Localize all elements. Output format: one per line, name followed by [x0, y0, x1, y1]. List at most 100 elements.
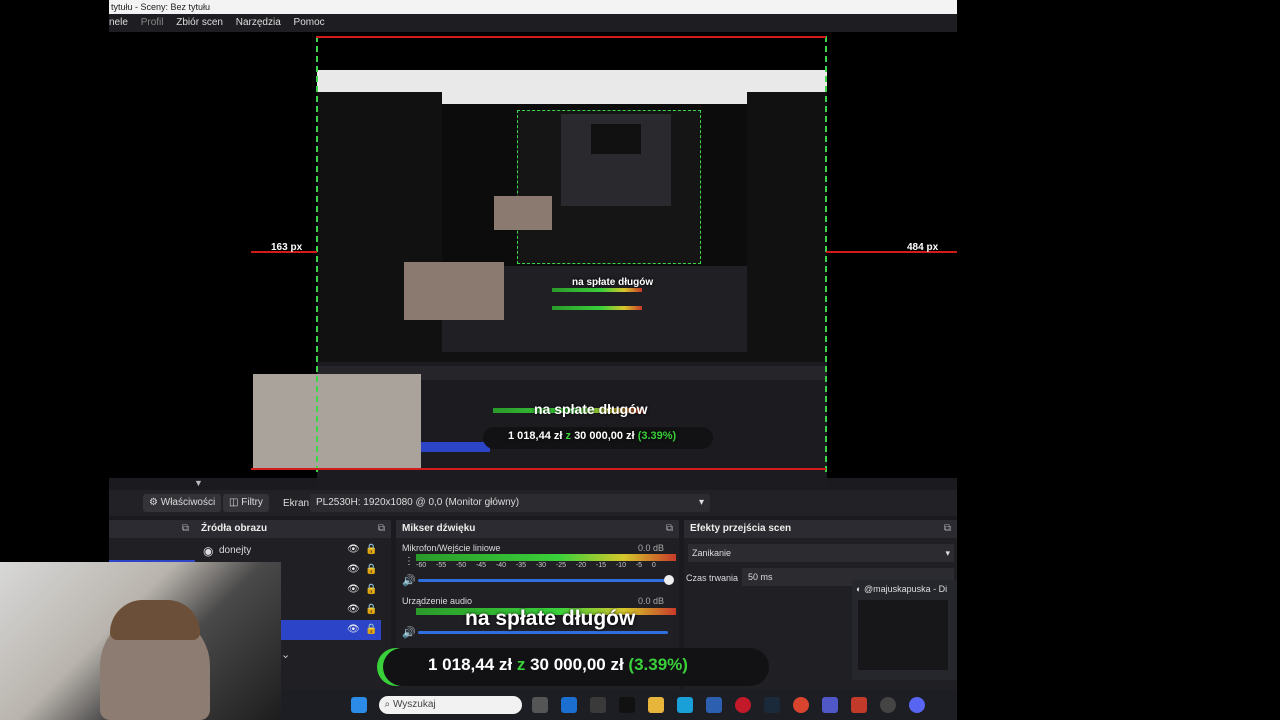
channel-name-mic: Mikrofon/Wejście liniowe — [402, 543, 501, 553]
hair — [110, 600, 200, 640]
menu-item-scene-collection[interactable]: Zbiór scen — [176, 17, 223, 28]
browser-icon: ◉ — [203, 544, 214, 558]
taskbar-search[interactable]: ⌕ Wyszukaj — [379, 696, 522, 714]
nested-meter — [552, 306, 642, 310]
nested-preview-level-4 — [561, 114, 671, 206]
discord-user: ◐ @majuskapuska - Di — [856, 584, 948, 594]
slider-knob[interactable] — [664, 575, 674, 585]
task-view-icon[interactable] — [532, 697, 548, 713]
channel-db-mic: 0.0 dB — [638, 543, 665, 553]
outlook-icon[interactable] — [561, 697, 577, 713]
nested-title-area — [442, 92, 747, 104]
folder-icon[interactable] — [648, 697, 664, 713]
teams-icon[interactable] — [822, 697, 838, 713]
lock-icon[interactable]: 🔒 — [365, 544, 377, 555]
goal-target: 30 000,00 zł — [530, 655, 624, 674]
tiktok-icon[interactable] — [619, 697, 635, 713]
mic-volume-slider[interactable] — [418, 579, 668, 582]
channel-db-desktop: 0.0 dB — [638, 596, 665, 606]
webcam-overlay — [0, 562, 281, 720]
channel-name-desktop: Urządzenie audio — [402, 596, 473, 606]
properties-button[interactable]: ⚙ Właściwości — [143, 494, 222, 512]
eye-icon[interactable]: 👁 — [347, 584, 360, 595]
eye-icon[interactable]: 👁 — [347, 544, 360, 555]
speaker-icon[interactable]: 🔊 — [402, 626, 416, 639]
source-item-selected[interactable]: 👁 🔒 — [281, 620, 381, 640]
edge-icon[interactable] — [677, 697, 693, 713]
menu-item-scenes[interactable]: nele — [109, 17, 128, 28]
nested-banner: na spłate długów — [534, 401, 648, 417]
mixer-title: Mikser dźwięku — [402, 523, 476, 534]
lock-icon[interactable]: 🔒 — [365, 604, 377, 615]
undock-icon[interactable]: ⧉ — [182, 520, 189, 538]
chrome-icon[interactable] — [793, 697, 809, 713]
lock-icon[interactable]: 🔒 — [365, 564, 377, 575]
window-title: tytułu - Sceny: Bez tytułu — [111, 2, 211, 12]
store-icon[interactable] — [590, 697, 606, 713]
nested-selected-row — [420, 442, 490, 452]
menu-item-tools[interactable]: Narzędzia — [236, 17, 281, 28]
nested-title-area — [317, 70, 827, 92]
nested-goal-text: 1 018,44 zł z 30 000,00 zł (3.39%) — [508, 430, 677, 442]
obs-icon[interactable] — [880, 697, 896, 713]
window-title-bar: tytułu - Sceny: Bez tytułu — [109, 0, 957, 14]
right-distance-label: 484 px — [907, 242, 939, 253]
discord-notification[interactable]: ◐ @majuskapuska - Di — [852, 580, 957, 680]
display-select[interactable]: PL2530H: 1920x1080 @ 0,0 (Monitor główny… — [310, 494, 710, 512]
nested-screen — [591, 124, 641, 154]
desktop-volume-slider[interactable] — [418, 631, 668, 634]
menu-item-profile[interactable]: Profil — [141, 17, 164, 28]
steam-icon[interactable] — [764, 697, 780, 713]
opera-icon[interactable] — [735, 697, 751, 713]
guide-left — [316, 36, 318, 472]
goal-amount: 1 018,44 zł — [428, 655, 513, 674]
discord-icon[interactable] — [909, 697, 925, 713]
lock-icon[interactable]: 🔒 — [365, 584, 377, 595]
transitions-title: Efekty przejścia scen — [690, 523, 792, 534]
windows-start-icon[interactable] — [351, 697, 367, 713]
lock-icon[interactable]: 🔒 — [365, 624, 377, 635]
eye-icon[interactable]: 👁 — [347, 564, 360, 575]
source-name: donejty — [219, 545, 252, 556]
goal-percent: (3.39%) — [628, 655, 688, 674]
chevron-down-icon: ▾ — [698, 497, 704, 508]
nested-webcam — [404, 262, 504, 320]
obs-preview[interactable]: 163 px 484 px na spłate długów 1 018,44 … — [109, 32, 957, 502]
taskbar: ⌕ Wyszukaj — [280, 690, 957, 720]
transition-select[interactable]: Zanikanie ▾ — [688, 544, 954, 562]
nested-webcam — [253, 374, 421, 469]
source-item[interactable]: ◉ donejty 👁 🔒 — [195, 540, 377, 560]
guide-top — [316, 36, 826, 38]
menu-item-help[interactable]: Pomoc — [294, 17, 325, 28]
goal-of: z — [516, 655, 526, 674]
chevron-down-icon[interactable]: ▼ — [194, 478, 203, 488]
goal-text: 1 018,44 zł z 30 000,00 zł (3.39%) — [428, 655, 688, 675]
source-label: Ekran — [283, 498, 310, 509]
guide-bottom — [251, 468, 826, 470]
app-icon[interactable] — [851, 697, 867, 713]
kebab-menu-icon[interactable]: ⋮ — [404, 556, 414, 567]
app-icon[interactable] — [706, 697, 722, 713]
mic-level-meter — [416, 554, 676, 561]
chevron-down-icon: ▾ — [945, 548, 950, 558]
left-distance-label: 163 px — [271, 242, 303, 253]
eye-icon[interactable]: 👁 — [347, 624, 360, 635]
guide-right — [825, 36, 827, 472]
menu-bar: nele Profil Zbiór scen Narzędzia Pomoc — [109, 14, 957, 32]
discord-thumbnail — [858, 600, 948, 670]
sources-title: Źródła obrazu — [201, 523, 268, 534]
undock-icon[interactable]: ⧉ — [378, 520, 385, 538]
speaker-icon[interactable]: 🔊 — [402, 574, 416, 587]
nested-banner-small: na spłate długów — [572, 277, 654, 288]
undock-icon[interactable]: ⧉ — [944, 520, 951, 538]
donation-banner: na spłate długów — [465, 607, 636, 630]
meter-scale: -60 -55 -50 -45 -40 -35 -30 -25 -20 -15 -10 -5 0 — [416, 562, 656, 569]
source-toolbar: ⚙ Właściwości ◫ Filtry Ekran PL2530H: 19… — [109, 490, 957, 516]
nested-meter — [552, 288, 642, 292]
chevron-down-icon[interactable]: ⌄ — [281, 648, 290, 661]
filters-button[interactable]: ◫ Filtry — [223, 494, 269, 512]
duration-label: Czas trwania — [686, 573, 739, 583]
undock-icon[interactable]: ⧉ — [666, 520, 673, 538]
nested-webcam — [494, 196, 552, 230]
eye-icon[interactable]: 👁 — [347, 604, 360, 615]
